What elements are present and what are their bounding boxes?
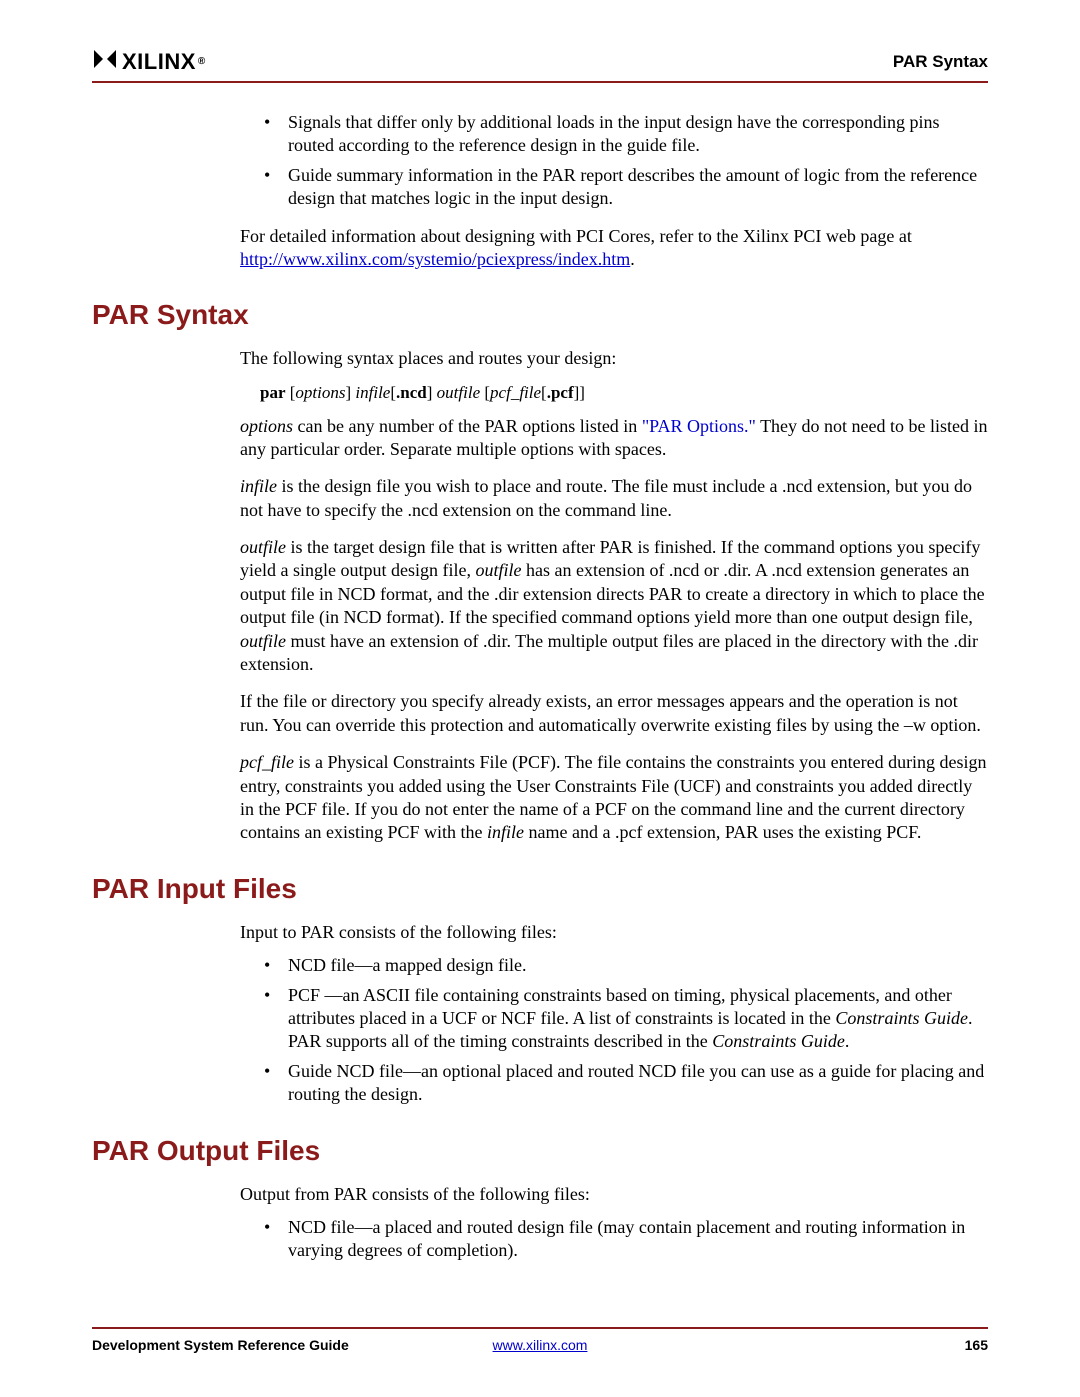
term-constraints-guide2: Constraints Guide xyxy=(712,1031,845,1051)
para-outfile: outfile is the target design file that i… xyxy=(240,536,988,676)
running-head: PAR Syntax xyxy=(893,52,988,72)
para-overwrite: If the file or directory you specify alr… xyxy=(240,690,988,737)
footer-url-link[interactable]: www.xilinx.com xyxy=(493,1337,588,1353)
term-outfile: outfile xyxy=(240,537,286,557)
syntax-command: par [options] infile[.ncd] outfile [pcf_… xyxy=(260,381,988,405)
list-item: NCD file—a placed and routed design file… xyxy=(260,1216,988,1263)
term-infile: infile xyxy=(240,476,277,496)
input-files-list: NCD file—a mapped design file. PCF —an A… xyxy=(260,954,988,1106)
heading-par-syntax: PAR Syntax xyxy=(92,299,988,331)
kw-pcf: .pcf xyxy=(547,383,574,402)
header-rule xyxy=(92,81,988,83)
list-item: NCD file—a mapped design file. xyxy=(260,954,988,977)
pci-web-link[interactable]: http://www.xilinx.com/systemio/pciexpres… xyxy=(240,249,630,269)
list-item: Signals that differ only by additional l… xyxy=(260,111,988,158)
kw-par: par xyxy=(260,383,286,402)
page: XILINX® PAR Syntax Signals that differ o… xyxy=(0,0,1080,1263)
opt-pcffile: pcf_file xyxy=(490,383,541,402)
list-item: PCF —an ASCII file containing constraint… xyxy=(260,984,988,1054)
intro-bullets: Signals that differ only by additional l… xyxy=(260,111,988,211)
footer-doc-title: Development System Reference Guide xyxy=(92,1337,349,1353)
text: is the design file you wish to place and… xyxy=(240,476,972,519)
para-options: options can be any number of the PAR opt… xyxy=(240,415,988,462)
text: . xyxy=(845,1031,850,1051)
text: For detailed information about designing… xyxy=(240,226,912,246)
heading-output-files: PAR Output Files xyxy=(92,1135,988,1167)
term-options: options xyxy=(240,416,293,436)
text: . xyxy=(630,249,635,269)
para-pcffile: pcf_file is a Physical Constraints File … xyxy=(240,751,988,845)
footer-page-number: 165 xyxy=(965,1337,988,1353)
bracket: ] xyxy=(579,383,585,402)
heading-input-files: PAR Input Files xyxy=(92,873,988,905)
opt-options: options xyxy=(295,383,345,402)
kw-ncd: .ncd xyxy=(396,383,427,402)
xref-par-options[interactable]: "PAR Options." xyxy=(642,416,756,436)
intro-link-para: For detailed information about designing… xyxy=(240,225,988,272)
para-infile: infile is the design file you wish to pl… xyxy=(240,475,988,522)
page-footer: Development System Reference Guide www.x… xyxy=(92,1327,988,1353)
text: name and a .pcf extension, PAR uses the … xyxy=(524,822,921,842)
page-header: XILINX® PAR Syntax xyxy=(92,48,988,75)
output-files-list: NCD file—a placed and routed design file… xyxy=(260,1216,988,1263)
list-item: Guide summary information in the PAR rep… xyxy=(260,164,988,211)
list-item: Guide NCD file—an optional placed and ro… xyxy=(260,1060,988,1107)
syntax-intro: The following syntax places and routes y… xyxy=(240,347,988,370)
term-infile2: infile xyxy=(487,822,524,842)
opt-outfile: outfile xyxy=(437,383,480,402)
opt-infile: infile xyxy=(355,383,390,402)
logo-mark-icon xyxy=(92,48,118,75)
bracket: ] xyxy=(345,383,355,402)
xilinx-logo: XILINX® xyxy=(92,48,206,75)
term-pcffile: pcf_file xyxy=(240,752,294,772)
bracket: [ xyxy=(286,383,296,402)
text: can be any number of the PAR options lis… xyxy=(293,416,642,436)
term-outfile2: outfile xyxy=(475,560,521,580)
bracket: ] xyxy=(427,383,437,402)
logo-text: XILINX xyxy=(122,49,196,75)
content-area: Signals that differ only by additional l… xyxy=(92,111,988,1263)
text: must have an extension of .dir. The mult… xyxy=(240,631,978,674)
input-files-intro: Input to PAR consists of the following f… xyxy=(240,921,988,944)
output-files-intro: Output from PAR consists of the followin… xyxy=(240,1183,988,1206)
term-constraints-guide: Constraints Guide xyxy=(835,1008,968,1028)
term-outfile3: outfile xyxy=(240,631,286,651)
logo-registered: ® xyxy=(198,56,206,67)
